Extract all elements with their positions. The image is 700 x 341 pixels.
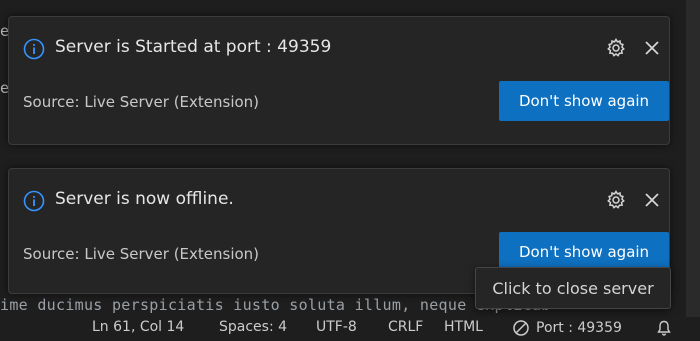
status-port-label: Port : 49359 [536, 320, 622, 336]
info-icon [23, 190, 45, 212]
status-indentation[interactable]: Spaces: 4 [219, 319, 287, 335]
status-live-server-port[interactable]: Port : 49359 [512, 319, 622, 337]
status-notifications[interactable] [655, 319, 673, 341]
tooltip: Click to close server [475, 267, 671, 309]
editor-scrollbar[interactable] [686, 0, 700, 317]
status-encoding[interactable]: UTF-8 [316, 319, 357, 335]
editor-text-fragment: e [0, 22, 8, 40]
notification-message: Server is now offline. [55, 189, 234, 209]
dont-show-again-button[interactable]: Don't show again [499, 232, 669, 272]
notification-message: Server is Started at port : 49359 [55, 37, 332, 57]
notification-source: Source: Live Server (Extension) [23, 93, 260, 111]
circle-slash-icon [513, 320, 529, 336]
info-icon [23, 38, 45, 60]
dont-show-again-button[interactable]: Don't show again [499, 81, 669, 121]
gear-icon[interactable] [605, 189, 627, 211]
editor-text-fragment: e [0, 79, 8, 97]
notification-toast: Server is Started at port : 49359 Source… [8, 16, 670, 145]
status-language[interactable]: HTML [444, 319, 483, 335]
status-bar: Ln 61, Col 14 Spaces: 4 UTF-8 CRLF HTML … [0, 317, 700, 339]
status-eol[interactable]: CRLF [388, 319, 423, 335]
notification-source: Source: Live Server (Extension) [23, 245, 260, 263]
tooltip-text: Click to close server [492, 278, 654, 298]
gear-icon[interactable] [605, 37, 627, 59]
status-cursor-position[interactable]: Ln 61, Col 14 [92, 319, 184, 335]
close-icon[interactable] [641, 189, 663, 211]
close-icon[interactable] [641, 37, 663, 59]
bell-icon [657, 320, 671, 336]
